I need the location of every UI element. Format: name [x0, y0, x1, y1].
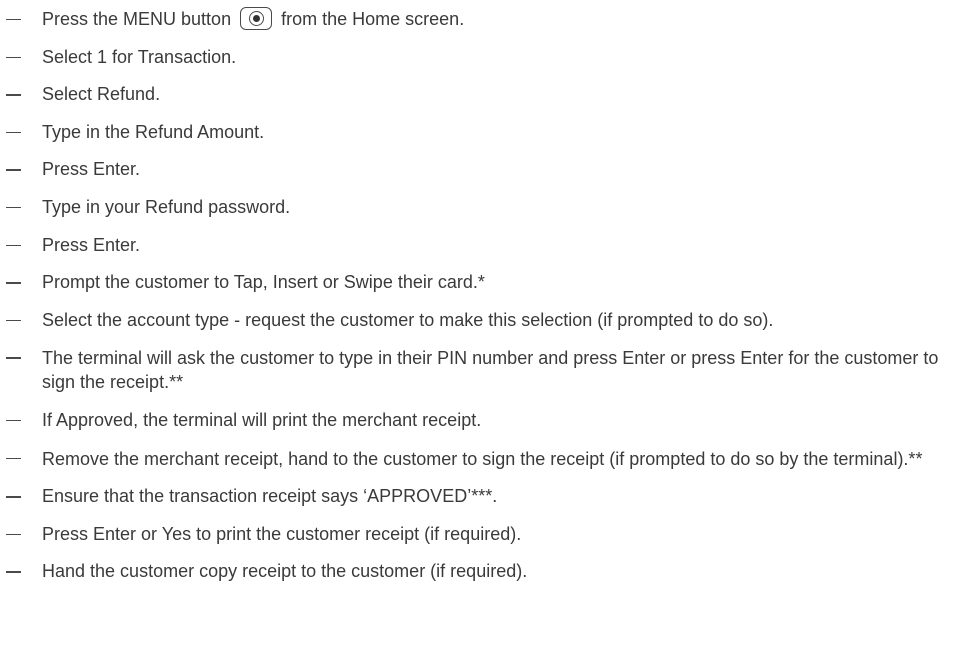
step-text: Prompt the customer to Tap, Insert or Sw…: [42, 272, 485, 293]
dash-bullet: [6, 19, 21, 21]
step-text: Remove the merchant receipt, hand to the…: [42, 448, 923, 469]
dash-bullet: [6, 206, 21, 209]
step-text: Type in the Refund Amount.: [42, 121, 265, 142]
dash-bullet: [6, 56, 21, 58]
step-item: Press Enter or Yes to print the customer…: [0, 523, 958, 546]
step-item: Select Refund.: [0, 83, 958, 106]
step-item: Type in the Refund Amount.: [0, 121, 958, 144]
step-text: Press Enter.: [42, 159, 141, 180]
step-item: Prompt the customer to Tap, Insert or Sw…: [0, 271, 958, 294]
step-item: Press Enter.: [0, 158, 958, 181]
dash-bullet: [6, 244, 21, 246]
step-text: Select 1 for Transaction.: [42, 46, 237, 67]
step-item: Select 1 for Transaction.: [0, 46, 958, 69]
step-text-after-icon: from the Home screen.: [281, 9, 465, 29]
step-item: The terminal will ask the customer to ty…: [0, 346, 958, 394]
step-text: Press Enter.: [42, 234, 141, 255]
step-text: The terminal will ask the customer to ty…: [42, 348, 939, 393]
step-text: Ensure that the transaction receipt says…: [42, 486, 498, 507]
step-text: Select the account type - request the cu…: [42, 309, 774, 330]
step-item: Press Enter.: [0, 234, 958, 257]
step-item: If Approved, the terminal will print the…: [0, 409, 958, 432]
dash-bullet: [6, 571, 21, 573]
refund-steps-list: Press the MENU button from the Home scre…: [0, 6, 958, 598]
step-text: Select Refund.: [42, 84, 161, 105]
dash-bullet: [6, 496, 21, 498]
dash-bullet: [6, 319, 21, 322]
menu-button-icon: [240, 6, 273, 30]
dash-bullet: [6, 533, 21, 536]
dash-bullet: [6, 419, 21, 422]
step-text: Hand the customer copy receipt to the cu…: [42, 561, 528, 582]
dash-bullet: [6, 282, 21, 284]
dash-bullet: [6, 169, 21, 171]
step-text: Press Enter or Yes to print the customer…: [42, 523, 522, 544]
step-text: Type in your Refund password.: [42, 196, 291, 217]
dash-bullet: [6, 131, 21, 134]
step-item: Remove the merchant receipt, hand to the…: [0, 447, 958, 471]
step-item: Ensure that the transaction receipt says…: [0, 485, 958, 508]
dash-bullet: [6, 457, 21, 459]
step-item: Press the MENU button from the Home scre…: [0, 6, 958, 31]
dash-bullet: [6, 357, 21, 359]
step-item: Type in your Refund password.: [0, 196, 958, 219]
step-text-before-icon: Press the MENU button: [42, 9, 232, 29]
dash-bullet: [6, 94, 21, 96]
step-item: Hand the customer copy receipt to the cu…: [0, 560, 958, 583]
step-item: Select the account type - request the cu…: [0, 309, 958, 332]
step-text: If Approved, the terminal will print the…: [42, 409, 482, 430]
